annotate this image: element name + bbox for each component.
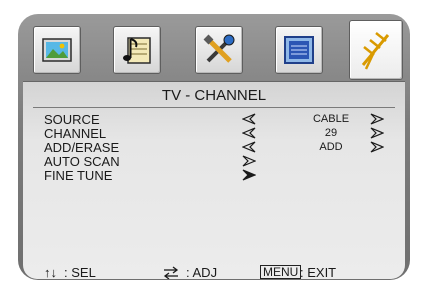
tab-channel[interactable] (349, 20, 403, 80)
menu-item-channel[interactable]: CHANNEL 29 (23, 126, 405, 141)
menu-key-icon: MENU (260, 265, 302, 279)
menu-item-fine-tune[interactable]: FINE TUNE (23, 168, 405, 183)
arrow-left-icon[interactable] (242, 127, 256, 139)
exit-hint: : EXIT (300, 265, 337, 280)
arrow-left-icon[interactable] (242, 113, 256, 125)
picture-icon (42, 38, 72, 62)
menu-item-label: CHANNEL (44, 126, 107, 141)
arrow-right-icon[interactable] (242, 155, 256, 167)
up-down-arrows-icon: ↑↓ (44, 265, 57, 280)
arrow-right-icon[interactable] (370, 127, 384, 139)
channel-panel: TV - CHANNEL SOURCE CABLE CHANNEL 29 ADD… (23, 81, 405, 280)
osd-menu: TV - CHANNEL SOURCE CABLE CHANNEL 29 ADD… (18, 14, 410, 280)
adjust-hint: : ADJ (186, 265, 218, 280)
page-title: TV - CHANNEL (161, 87, 267, 104)
menu-item-value: ADD (319, 141, 343, 153)
menu-item-label: FINE TUNE (44, 168, 113, 183)
left-right-arrows-icon (163, 266, 179, 279)
tab-picture[interactable] (33, 26, 81, 74)
arrow-right-selected-icon[interactable] (242, 169, 256, 181)
menu-item-label: SOURCE (44, 112, 100, 127)
arrow-left-icon[interactable] (242, 141, 256, 153)
arrow-right-icon[interactable] (370, 141, 384, 153)
select-hint: : SEL (64, 265, 96, 280)
tab-audio[interactable] (113, 26, 161, 74)
menu-item-label: AUTO SCAN (44, 154, 120, 169)
menu-item-add-erase[interactable]: ADD/ERASE ADD (23, 140, 405, 155)
menu-item-auto-scan[interactable]: AUTO SCAN (23, 154, 405, 169)
arrow-right-icon[interactable] (370, 113, 384, 125)
setup-icon (203, 34, 235, 63)
menu-item-value: 29 (324, 127, 338, 139)
audio-icon (123, 37, 151, 64)
antenna-icon (361, 32, 390, 70)
features-icon (284, 36, 314, 64)
tab-features[interactable] (275, 26, 323, 74)
menu-item-label: ADD/ERASE (44, 140, 120, 155)
menu-item-value: CABLE (312, 113, 350, 125)
tab-setup[interactable] (195, 26, 243, 74)
title-divider (33, 107, 395, 108)
key-hints: ↑↓ : SEL : ADJ MENU : EXIT (23, 265, 405, 280)
menu-item-source[interactable]: SOURCE CABLE (23, 112, 405, 127)
